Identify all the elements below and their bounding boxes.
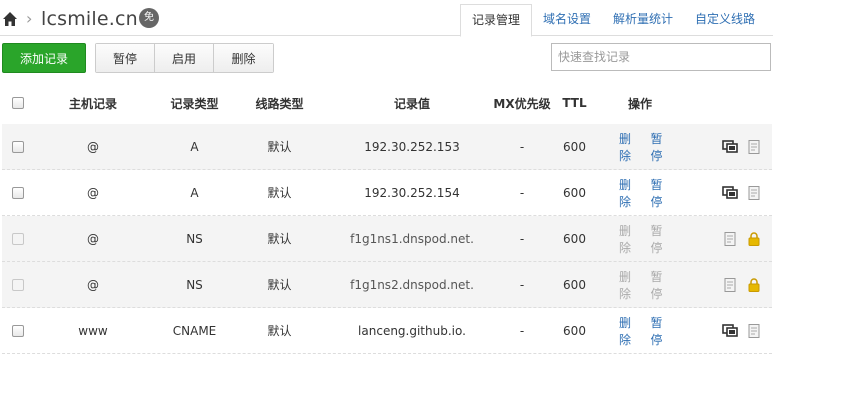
note-icon[interactable] bbox=[746, 185, 762, 200]
note-icon[interactable] bbox=[746, 323, 762, 338]
delete-link: 删除 bbox=[619, 223, 632, 255]
col-value: 记录值 bbox=[393, 96, 430, 111]
col-actions: 操作 bbox=[628, 96, 653, 111]
row-checkbox bbox=[12, 232, 24, 245]
table-header: 主机记录 记录类型 线路类型 记录值 MX优先级 TTL 操作 bbox=[2, 82, 772, 124]
ttl-cell: 600 bbox=[563, 231, 586, 246]
enable-button[interactable]: 启用 bbox=[155, 44, 214, 72]
row-checkbox[interactable] bbox=[12, 140, 24, 153]
ttl-cell: 600 bbox=[563, 277, 586, 292]
host-cell: @ bbox=[87, 185, 99, 200]
record-action-group: 暂停 启用 删除 bbox=[95, 43, 274, 73]
mx-cell: - bbox=[519, 277, 525, 292]
copy-records-icon[interactable] bbox=[722, 139, 738, 154]
delete-button[interactable]: 删除 bbox=[214, 44, 273, 72]
mx-cell: - bbox=[519, 185, 525, 200]
host-cell: www bbox=[78, 323, 108, 338]
tab-record-management[interactable]: 记录管理 bbox=[460, 4, 533, 37]
row-checkbox bbox=[12, 278, 24, 291]
tab-custom-lines[interactable]: 自定义线路 bbox=[684, 4, 766, 36]
col-type: 记录类型 bbox=[170, 96, 219, 111]
pause-link[interactable]: 暂停 bbox=[651, 176, 675, 210]
ttl-cell: 600 bbox=[563, 323, 586, 338]
home-icon[interactable] bbox=[2, 11, 18, 27]
note-icon[interactable] bbox=[722, 277, 738, 292]
type-cell: A bbox=[190, 185, 199, 200]
line-cell: 默认 bbox=[267, 232, 292, 246]
value-cell: f1g1ns2.dnspod.net. bbox=[350, 277, 474, 292]
note-icon[interactable] bbox=[722, 231, 738, 246]
select-all-cell bbox=[2, 82, 34, 124]
add-record-button[interactable]: 添加记录 bbox=[2, 43, 86, 73]
pause-link: 暂停 bbox=[650, 269, 663, 301]
col-line: 线路类型 bbox=[255, 96, 304, 111]
table-row: @ A 默认 192.30.252.154 - 600 删除 暂停 bbox=[2, 170, 772, 216]
delete-link: 删除 bbox=[619, 269, 632, 301]
row-checkbox[interactable] bbox=[12, 186, 24, 199]
breadcrumb-separator-icon: › bbox=[26, 9, 33, 28]
col-mx: MX优先级 bbox=[493, 96, 551, 111]
top-bar: › lcsmile.cn 免 记录管理 域名设置 解析量统计 自定义线路 bbox=[0, 0, 773, 37]
mx-cell: - bbox=[519, 231, 525, 246]
type-cell: A bbox=[190, 139, 199, 154]
value-cell: 192.30.252.154 bbox=[364, 185, 460, 200]
host-cell: @ bbox=[87, 139, 99, 154]
copy-records-icon[interactable] bbox=[722, 185, 738, 200]
records-table: 主机记录 记录类型 线路类型 记录值 MX优先级 TTL 操作 @ A 默认 1… bbox=[2, 82, 772, 354]
pause-link[interactable]: 暂停 bbox=[651, 314, 675, 348]
tab-resolution-stats[interactable]: 解析量统计 bbox=[602, 4, 684, 36]
value-cell: f1g1ns1.dnspod.net. bbox=[350, 231, 474, 246]
ttl-cell: 600 bbox=[563, 139, 586, 154]
search-input[interactable] bbox=[551, 43, 771, 71]
table-row: @ NS 默认 f1g1ns1.dnspod.net. - 600 删除 暂停 bbox=[2, 216, 772, 262]
pause-link[interactable]: 暂停 bbox=[651, 130, 675, 164]
table-row: www CNAME 默认 lanceng.github.io. - 600 删除… bbox=[2, 308, 772, 354]
domain-title: lcsmile.cn bbox=[41, 8, 138, 30]
host-cell: @ bbox=[87, 231, 99, 246]
type-cell: NS bbox=[186, 277, 203, 292]
line-cell: 默认 bbox=[267, 186, 292, 200]
delete-link[interactable]: 删除 bbox=[619, 176, 643, 210]
mx-cell: - bbox=[519, 139, 525, 154]
value-cell: 192.30.252.153 bbox=[364, 139, 460, 154]
pause-link: 暂停 bbox=[650, 223, 663, 255]
ttl-cell: 600 bbox=[563, 185, 586, 200]
host-cell: @ bbox=[87, 277, 99, 292]
mx-cell: - bbox=[519, 323, 525, 338]
table-row: @ NS 默认 f1g1ns2.dnspod.net. - 600 删除 暂停 bbox=[2, 262, 772, 308]
line-cell: 默认 bbox=[267, 278, 292, 292]
line-cell: 默认 bbox=[267, 140, 292, 154]
delete-link[interactable]: 删除 bbox=[619, 314, 643, 348]
free-plan-badge: 免 bbox=[139, 8, 159, 28]
pause-button[interactable]: 暂停 bbox=[96, 44, 155, 72]
col-host: 主机记录 bbox=[68, 96, 117, 111]
value-cell: lanceng.github.io. bbox=[358, 323, 466, 338]
col-ttl: TTL bbox=[562, 96, 587, 110]
copy-records-icon[interactable] bbox=[722, 323, 738, 338]
select-all-checkbox[interactable] bbox=[12, 97, 24, 109]
row-checkbox[interactable] bbox=[12, 324, 24, 337]
line-cell: 默认 bbox=[267, 324, 292, 338]
delete-link[interactable]: 删除 bbox=[619, 130, 643, 164]
tab-domain-settings[interactable]: 域名设置 bbox=[532, 4, 602, 36]
type-cell: CNAME bbox=[172, 323, 217, 338]
table-row: @ A 默认 192.30.252.153 - 600 删除 暂停 bbox=[2, 124, 772, 170]
tab-bar: 记录管理 域名设置 解析量统计 自定义线路 bbox=[460, 4, 766, 37]
lock-icon bbox=[748, 231, 760, 246]
note-icon[interactable] bbox=[746, 139, 762, 154]
lock-icon bbox=[748, 277, 760, 292]
type-cell: NS bbox=[186, 231, 203, 246]
